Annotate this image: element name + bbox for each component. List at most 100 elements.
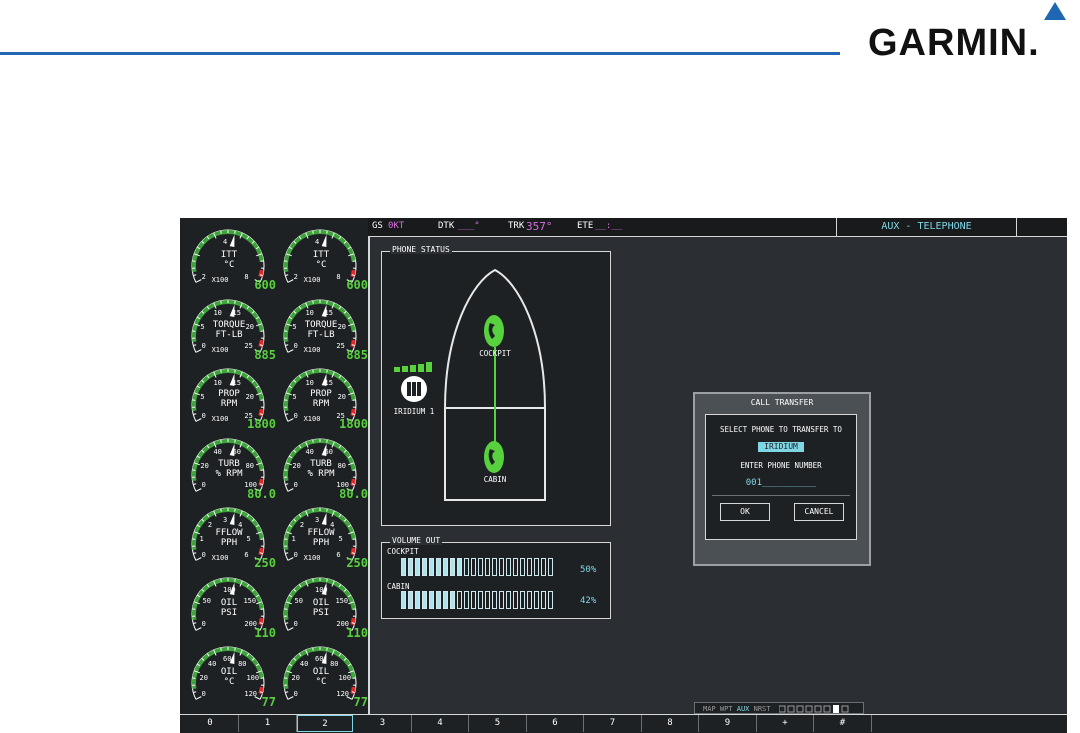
gauge-tick-label: 120 <box>336 690 349 698</box>
gauge-tick-label: 0 <box>202 342 206 350</box>
garmin-logo: GARMIN. <box>868 22 1078 66</box>
volume-segment <box>485 558 490 576</box>
gauge-tick-label: 10 <box>305 379 313 387</box>
volume-segment <box>415 558 420 576</box>
gauge-tick-label: 150 <box>243 597 256 605</box>
gauge-tick-label: 80 <box>238 660 246 668</box>
gauge-value: 77 <box>354 695 368 709</box>
ok-button[interactable]: OK <box>720 503 770 521</box>
volume-segment <box>534 558 539 576</box>
softkey-3[interactable]: 3 <box>355 715 412 732</box>
oilpsi-right-gauge: OILPSI110050100150200 <box>278 572 370 642</box>
volume-segment <box>513 558 518 576</box>
nav-status-bar: GS 0KT DTK ___° TRK 357° ETE __:__ AUX -… <box>368 218 1067 237</box>
gauge-tick-label: 20 <box>338 393 346 401</box>
volume-segment <box>464 591 469 609</box>
ete-value: __:__ <box>595 221 622 231</box>
phone-number-prompt: ENTER PHONE NUMBER <box>706 461 856 470</box>
page-group-nrst: NRST <box>754 705 771 713</box>
phone-select[interactable]: IRIDIUM <box>758 442 804 452</box>
gauge-tick-label: 0 <box>294 620 298 628</box>
gauge-value: 885 <box>254 348 276 362</box>
gauge-tick-label: 25 <box>336 342 344 350</box>
page-group-map: MAP <box>703 705 716 713</box>
softkey-7[interactable]: 7 <box>585 715 642 732</box>
volume-segment <box>471 558 476 576</box>
gauge-unit: °C <box>296 260 346 270</box>
gauge-tick-label: 5 <box>338 535 342 543</box>
cockpit-phone-icon <box>483 314 505 348</box>
volume-segment <box>436 591 441 609</box>
gauge-tick-label: 10 <box>213 379 221 387</box>
gauge-tick-label: 15 <box>325 379 333 387</box>
softkey-4[interactable]: 4 <box>412 715 469 732</box>
torque-left-gauge: TORQUEFT-LBX1008850510152025 <box>186 294 278 364</box>
gs-label: GS <box>372 221 383 231</box>
cabin-label: CABIN <box>467 475 523 484</box>
volume-segment <box>534 591 539 609</box>
gauge-label: ITT <box>296 250 346 260</box>
gauge-tick-label: 200 <box>336 620 349 628</box>
gauge-tick-label: 2 <box>294 273 298 281</box>
gauge-tick-label: 40 <box>300 660 308 668</box>
cockpit-volume-bar[interactable] <box>401 558 555 580</box>
softkey-5[interactable]: 5 <box>470 715 527 732</box>
volume-segment <box>401 558 406 576</box>
softkey-6[interactable]: 6 <box>527 715 584 732</box>
fflow-right-gauge: FFLOWPPHX1002500123456 <box>278 502 370 572</box>
volume-segment <box>429 558 434 576</box>
gauge-value: 250 <box>346 556 368 570</box>
volume-segment <box>478 591 483 609</box>
gauge-tick-label: 20 <box>292 674 300 682</box>
gauge-tick-label: 8 <box>336 273 340 281</box>
cancel-button[interactable]: CANCEL <box>794 503 844 521</box>
gauge-tick-label: 0 <box>294 412 298 420</box>
softkey-8[interactable]: 8 <box>642 715 699 732</box>
gauge-tick-label: 4 <box>315 238 319 246</box>
page-group-aux: AUX <box>737 705 750 713</box>
gauge-tick-label: 60 <box>233 448 241 456</box>
volume-segment <box>520 558 525 576</box>
engine-indication-strip: ITT°CX100600248 ITT°CX100600248 TORQUEFT… <box>180 218 370 714</box>
volume-segment <box>457 591 462 609</box>
gauge-tick-label: 5 <box>246 535 250 543</box>
softkey-0[interactable]: 0 <box>182 715 239 732</box>
volume-segment <box>450 591 455 609</box>
volume-segment <box>527 591 532 609</box>
softkey-9[interactable]: 9 <box>700 715 757 732</box>
volume-segment <box>471 591 476 609</box>
gauge-tick-label: 20 <box>246 393 254 401</box>
gauge-tick-label: 6 <box>336 551 340 559</box>
gauge-tick-label: 80 <box>246 462 254 470</box>
softkey-hash[interactable]: # <box>815 715 872 732</box>
gauge-tick-label: 40 <box>208 660 216 668</box>
softkey-bar: 0123456789+# <box>180 714 1067 733</box>
gauge-value: 885 <box>346 348 368 362</box>
phone-number-input[interactable]: 001__________ <box>736 478 826 488</box>
softkey-2[interactable]: 2 <box>297 715 353 732</box>
gauge-tick-label: 1 <box>200 535 204 543</box>
volume-segment <box>499 558 504 576</box>
phone-status-panel: PHONE STATUS COCKPIT CABIN <box>381 251 611 526</box>
logo-text: GARMIN. <box>868 22 1040 65</box>
volume-segment <box>492 558 497 576</box>
softkey-plus[interactable]: + <box>757 715 814 732</box>
gauge-tick-label: 100 <box>336 481 349 489</box>
gauge-tick-label: 2 <box>300 521 304 529</box>
softkey-1[interactable]: 1 <box>240 715 297 732</box>
gauge-scale: X100 <box>292 554 332 562</box>
gauge-tick-label: 25 <box>244 412 252 420</box>
cabin-phone-icon <box>483 440 505 474</box>
gauge-tick-label: 2 <box>208 521 212 529</box>
gauge-tick-label: 20 <box>292 462 300 470</box>
gauge-tick-label: 2 <box>202 273 206 281</box>
volume-segment <box>492 591 497 609</box>
page-title: AUX - TELEPHONE <box>836 218 1017 236</box>
cabin-volume-bar[interactable] <box>401 591 555 613</box>
gauge-tick-label: 50 <box>203 597 211 605</box>
volume-out-panel: VOLUME OUT COCKPIT 50% CABIN 42% <box>381 542 611 619</box>
gauge-unit: °C <box>204 260 254 270</box>
gauge-scale: X100 <box>200 554 240 562</box>
gauge-tick-label: 3 <box>315 516 319 524</box>
gauge-scale: X100 <box>200 346 240 354</box>
